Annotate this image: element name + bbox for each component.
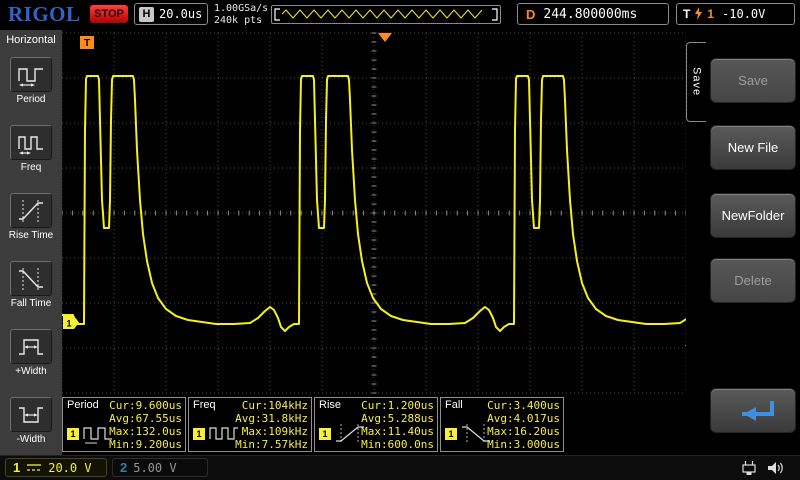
top-bar: RIGOL STOP H 20.0us 1.00GSa/s 240k pts D… [0,0,800,30]
trigger-slope-icon [695,7,703,20]
trigger-box[interactable]: T 1 -10.0V [676,3,795,25]
measurement-fall[interactable]: Fall Cur:3.400us Avg:4.017us Max:16.20us… [440,397,564,452]
channel2-scale: 5.00 V [133,460,177,475]
menu-item-label: Fall Time [10,298,52,309]
waveform-preview-strip[interactable] [271,5,501,24]
return-arrow-icon [742,400,774,421]
measurement-name: Fall [445,399,463,411]
measurement-row: Period Cur:9.600us Avg:67.55us Max:132.0… [62,397,564,452]
run-state-badge[interactable]: STOP [90,5,128,23]
measurement-name: Freq [193,399,216,411]
graticule-ticks [62,32,686,394]
menu-item-rise-time[interactable]: Rise Time [0,183,62,251]
measurement-avg: Avg:67.55us [109,412,182,425]
freq-meas-icon [209,427,238,440]
source-badge: 1 [193,428,205,440]
trigger-label: T [683,7,691,21]
save-button[interactable]: Save [710,58,796,103]
menu-item-neg-width[interactable]: -Width [0,387,62,455]
rise-time-icon [10,193,52,228]
trigger-position-marker[interactable] [378,33,392,42]
measurement-avg: Avg:4.017us [487,412,560,425]
channel1-level-marker[interactable]: 1 [63,316,79,329]
fall-time-icon [10,261,52,296]
channel2-indicator[interactable]: 2 5.00 V [112,458,208,477]
channel1-indicator[interactable]: 1 20.0 V [5,458,107,477]
back-button[interactable] [710,388,796,433]
memory-depth: 240k pts [214,15,263,26]
delete-button[interactable]: Delete [710,258,796,303]
oscilloscope-ui: RIGOL STOP H 20.0us 1.00GSa/s 240k pts D… [0,0,800,480]
measurement-name: Rise [319,399,342,411]
display-area: T 1 T Period Cur:9.600us Avg:67.55us Max… [62,30,686,455]
measurement-max: Max:132.0us [109,425,182,438]
horizontal-timebase-box[interactable]: H 20.0us [134,3,208,25]
measurement-cur: Cur:9.600us [109,399,182,412]
dc-coupling-icon [27,464,42,471]
menu-page-tab: Save [686,42,706,122]
svg-text:T: T [84,38,90,49]
delay-label: D [526,6,536,22]
acquisition-info: 1.00GSa/s 240k pts [214,3,268,27]
trigger-source: 1 [707,7,715,21]
measurement-min: Min:7.57kHz [235,438,308,451]
delay-value: 244.800000ms [543,6,638,22]
brand-logo: RIGOL [8,2,81,26]
measurement-freq[interactable]: Freq Cur:104kHz Avg:31.8kHz Max:109kHz M… [188,397,312,452]
left-menu: Horizontal Period Freq Rise Time Fall Ti… [0,30,62,455]
left-menu-title: Horizontal [6,34,56,46]
menu-item-label: -Width [16,434,46,445]
pos-width-icon [10,329,52,364]
horizontal-label: H [139,6,154,22]
measurement-max: Max:16.20us [487,425,560,438]
menu-item-label: Rise Time [8,230,54,241]
period-meas-icon [83,427,112,444]
source-badge: 1 [445,428,457,440]
measurement-rise[interactable]: Rise Cur:1.200us Avg:5.288us Max:11.40us… [314,397,438,452]
measurement-avg: Avg:5.288us [361,412,434,425]
neg-width-icon [10,397,52,432]
sample-rate: 1.00GSa/s [214,3,269,14]
menu-item-label: Period [16,94,46,105]
menu-item-label: Freq [20,162,42,173]
measurement-cur: Cur:104kHz [241,399,308,412]
menu-item-pos-width[interactable]: +Width [0,319,62,387]
rise-meas-icon [336,424,364,444]
menu-item-period[interactable]: Period [0,47,62,115]
timebase-value: 20.0us [159,7,203,21]
freq-icon [10,125,52,160]
new-file-button[interactable]: New File [710,125,796,170]
measurement-period[interactable]: Period Cur:9.600us Avg:67.55us Max:132.0… [62,397,186,452]
new-folder-button[interactable]: NewFolder [710,193,796,238]
source-badge: 1 [67,428,79,440]
menu-item-label: +Width [15,366,47,377]
channel1-number: 1 [13,460,21,475]
menu-item-fall-time[interactable]: Fall Time [0,251,62,319]
measurement-max: Max:109kHz [241,425,308,438]
period-icon [10,57,52,92]
trigger-time-marker: T [80,36,94,49]
delay-box[interactable]: D 244.800000ms [517,3,669,25]
channel2-number: 2 [120,460,128,475]
speaker-icon[interactable] [767,460,786,476]
right-menu: Save Save New File NewFolder Delete [686,30,800,455]
graticule-and-waveform: T 1 T [62,32,686,394]
measurement-min: Min:600.0ns [361,438,434,451]
measurement-min: Min:3.000us [487,438,560,451]
measurement-min: Min:9.200us [109,438,182,451]
measurement-avg: Avg:31.8kHz [235,412,308,425]
status-bar: 1 20.0 V 2 5.00 V [0,455,800,480]
trigger-level-value: -10.0V [722,7,766,21]
measurement-cur: Cur:3.400us [487,399,560,412]
fall-meas-icon [462,424,490,444]
source-badge: 1 [319,428,331,440]
preview-waveform-icon [274,8,498,21]
measurement-max: Max:11.40us [361,425,434,438]
svg-text:1: 1 [66,319,71,329]
measurement-name: Period [67,399,99,411]
usb-icon [742,461,756,475]
channel1-scale: 20.0 V [48,460,92,475]
menu-item-freq[interactable]: Freq [0,115,62,183]
measurement-cur: Cur:1.200us [361,399,434,412]
